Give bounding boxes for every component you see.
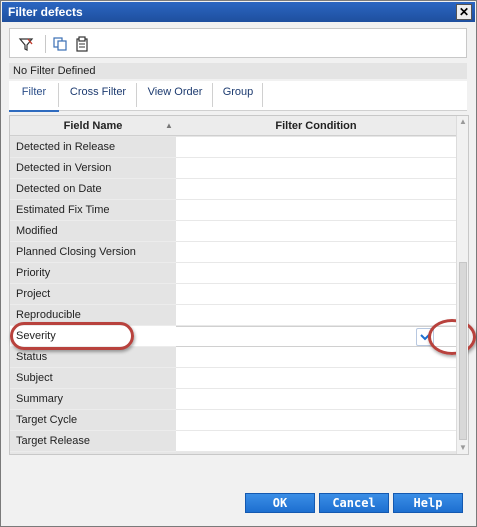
field-name-cell: Target Release	[10, 431, 176, 452]
table-row[interactable]: Target Release	[10, 431, 456, 452]
filter-condition-cell[interactable]	[176, 263, 456, 284]
field-name-cell: Detected on Date	[10, 179, 176, 200]
field-name-cell: Priority	[10, 263, 176, 284]
scroll-up-icon[interactable]: ▲	[457, 116, 469, 128]
filter-condition-cell[interactable]	[176, 347, 456, 368]
field-name-cell: Subject	[10, 368, 176, 389]
filter-condition-cell[interactable]	[176, 242, 456, 263]
severity-highlight-ring	[10, 322, 134, 350]
tab-view-order[interactable]: View Order	[137, 81, 213, 111]
scroll-down-icon[interactable]: ▼	[457, 442, 469, 454]
tab-cross-filter-label: Cross Filter	[69, 86, 127, 98]
table-row[interactable]: Target Cycle	[10, 410, 456, 431]
scrollbar-thumb[interactable]	[459, 262, 467, 440]
table-row[interactable]: Priority	[10, 263, 456, 284]
field-name-cell: Modified	[10, 221, 176, 242]
close-icon: ✕	[458, 5, 470, 19]
tab-filter[interactable]: Filter	[9, 81, 59, 112]
copy-button[interactable]	[50, 34, 70, 54]
paste-button[interactable]	[72, 34, 92, 54]
filter-icon	[18, 38, 34, 51]
vertical-scrollbar[interactable]: ▲ ▼	[456, 116, 468, 454]
cancel-button[interactable]: Cancel	[319, 493, 389, 513]
filter-condition-cell[interactable]	[176, 158, 456, 179]
table-row[interactable]: Planned Closing Version	[10, 242, 456, 263]
filter-button[interactable]	[16, 34, 36, 54]
field-name-cell: Planned Closing Version	[10, 242, 176, 263]
field-name-cell: Project	[10, 284, 176, 305]
table-row[interactable]: Subject	[10, 368, 456, 389]
table-row[interactable]: Estimated Fix Time	[10, 200, 456, 221]
field-name-cell: Detected in Release	[10, 137, 176, 158]
help-button[interactable]: Help	[393, 493, 463, 513]
filter-condition-cell[interactable]	[176, 326, 456, 347]
field-name-cell: Status	[10, 347, 176, 368]
field-name-cell: Detected in Version	[10, 158, 176, 179]
table-row[interactable]: Project	[10, 284, 456, 305]
field-name-cell: Estimated Fix Time	[10, 200, 176, 221]
table-row[interactable]: Modified	[10, 221, 456, 242]
toolbar-separator	[45, 35, 46, 53]
window-title: Filter defects	[8, 5, 83, 19]
filter-condition-cell[interactable]	[176, 368, 456, 389]
filter-status: No Filter Defined	[9, 63, 467, 79]
copy-icon	[53, 37, 67, 51]
field-name-header[interactable]: Field Name	[10, 116, 176, 136]
tab-bar: Filter Cross Filter View Order Group	[9, 81, 467, 112]
filter-defects-dialog: Filter defects ✕ No Filter Defined Filte…	[0, 0, 477, 527]
filter-condition-cell[interactable]	[176, 305, 456, 326]
close-button[interactable]: ✕	[456, 4, 472, 20]
grid-rows: Detected in Release Detected in Version …	[10, 137, 456, 452]
tab-group[interactable]: Group	[213, 81, 263, 111]
filter-condition-cell[interactable]	[176, 389, 456, 410]
table-row[interactable]: Summary	[10, 389, 456, 410]
table-row[interactable]: Detected in Version	[10, 158, 456, 179]
filter-condition-cell[interactable]	[176, 137, 456, 158]
filter-condition-cell[interactable]	[176, 221, 456, 242]
paste-icon	[76, 36, 88, 52]
table-row[interactable]: Detected in Release	[10, 137, 456, 158]
grid-header: Field Name ▲ Filter Condition	[10, 116, 456, 136]
filter-grid: Field Name ▲ Filter Condition Detected i…	[9, 115, 476, 455]
title-bar: Filter defects ✕	[2, 2, 475, 22]
sort-arrow-icon: ▲	[165, 121, 173, 130]
tab-cross-filter[interactable]: Cross Filter	[59, 81, 137, 111]
filter-condition-cell[interactable]	[176, 179, 456, 200]
field-name-cell: Target Cycle	[10, 410, 176, 431]
tab-group-label: Group	[222, 86, 254, 98]
tab-view-order-label: View Order	[147, 86, 203, 98]
tab-filter-label: Filter	[21, 86, 47, 98]
filter-condition-cell[interactable]	[176, 284, 456, 305]
ok-button[interactable]: OK	[245, 493, 315, 513]
toolbar	[9, 28, 467, 58]
field-name-cell: Summary	[10, 389, 176, 410]
filter-condition-header[interactable]: Filter Condition	[176, 116, 456, 136]
filter-condition-cell[interactable]	[176, 410, 456, 431]
filter-condition-cell[interactable]	[176, 200, 456, 221]
dropdown-highlight-ring	[428, 319, 476, 355]
table-row[interactable]: Detected on Date	[10, 179, 456, 200]
table-row[interactable]: Status	[10, 347, 456, 368]
filter-condition-cell[interactable]	[176, 431, 456, 452]
